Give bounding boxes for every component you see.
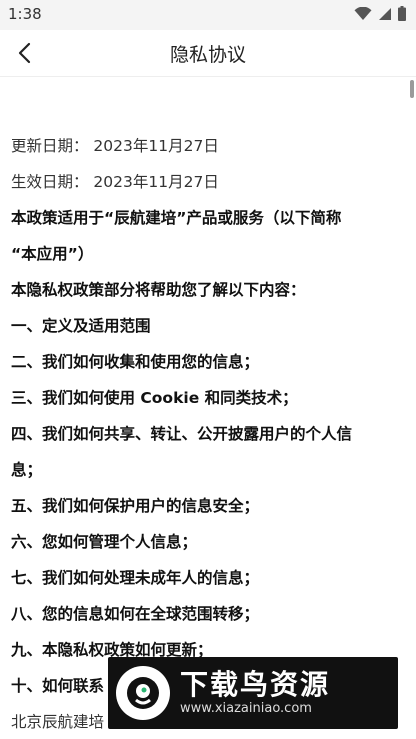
policy-line: 一、定义及适用范围 [11, 317, 151, 335]
app-bar: 隐私协议 [0, 30, 416, 77]
policy-line: 五、我们如何保护用户的信息安全； [11, 497, 260, 515]
policy-line: 八、您的信息如何在全球范围转移； [11, 605, 260, 623]
page-title: 隐私协议 [169, 44, 246, 66]
wifi-icon [354, 6, 372, 20]
policy-line: 二、我们如何收集和使用您的信息； [11, 353, 260, 371]
watermark-logo [116, 666, 170, 720]
policy-line: 息； [11, 461, 43, 479]
status-time: 1:38 [8, 5, 42, 23]
status-bar: 1:38 [0, 0, 416, 30]
policy-line: 三、我们如何使用 Cookie 和同类技术； [11, 389, 298, 407]
policy-content[interactable]: 更新日期： 2023年11月27日 生效日期： 2023年11月27日本政策适用于… [0, 76, 416, 739]
scrollbar-thumb[interactable] [410, 80, 414, 98]
policy-line: 六、您如何管理个人信息； [11, 533, 198, 551]
policy-line: 更新日期： 2023年11月27日 [11, 137, 219, 155]
policy-line: 生效日期： 2023年11月27日 [11, 173, 219, 191]
watermark-banner: 下载鸟资源 www.xiazainiao.com [108, 657, 398, 729]
policy-line: 本隐私权政策部分将帮助您了解以下内容： [11, 281, 306, 299]
status-icons [354, 6, 406, 21]
battery-icon [398, 6, 406, 21]
policy-line: 七、我们如何处理未成年人的信息； [11, 569, 260, 587]
signal-icon [379, 7, 391, 20]
bird-logo-icon [127, 677, 159, 709]
policy-line: “本应用”） [11, 245, 94, 263]
policy-line: 本政策适用于“辰航建培”产品或服务（以下简称 [11, 209, 342, 227]
watermark-title: 下载鸟资源 [180, 668, 331, 701]
watermark-url: www.xiazainiao.com [180, 701, 312, 716]
policy-line: 四、我们如何共享、转让、公开披露用户的个人信 [11, 425, 353, 443]
policy-text: 更新日期： 2023年11月27日 生效日期： 2023年11月27日本政策适用于… [11, 128, 407, 739]
